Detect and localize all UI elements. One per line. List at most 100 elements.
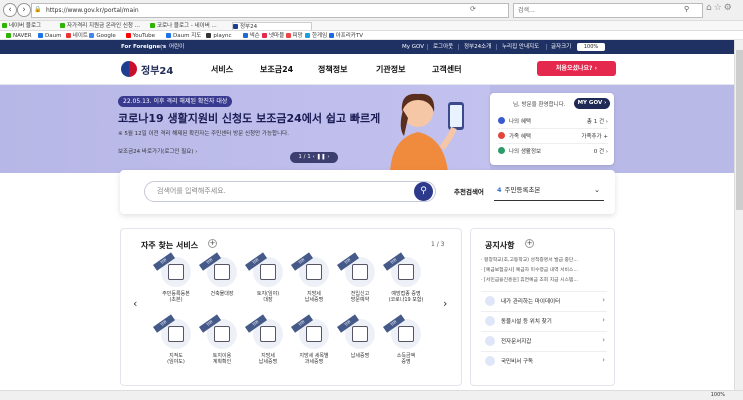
location-icon: [485, 316, 495, 326]
my-benefits-row[interactable]: 나의 혜택 총 1 건 ›: [498, 115, 608, 129]
favorite-link[interactable]: 넥슨: [242, 32, 260, 39]
nav-subsidy24[interactable]: 보조금24: [260, 64, 293, 75]
taegeuk-logo-icon[interactable]: [121, 61, 137, 77]
banner-subtitle: ※ 5월 12일 이전 격리 해제된 확진자는 주민센터 방문 신청만 가능합니…: [118, 131, 289, 137]
nav-policy[interactable]: 정책정보: [318, 64, 347, 75]
favorite-link[interactable]: Daum 지도: [166, 32, 201, 39]
service-item[interactable]: 민원 토지(임야) 대장: [245, 252, 291, 317]
browser-tab[interactable]: 정부24: [232, 22, 312, 30]
recommended-keyword-select[interactable]: 4 주민등록초본 ⌄: [494, 180, 604, 201]
mydata-link[interactable]: 내가 관리하는 마이데이터 ›: [481, 291, 607, 309]
prev-arrow-icon[interactable]: ‹: [133, 297, 137, 310]
service-item[interactable]: 민원 주민등록등본 (초본): [153, 252, 199, 317]
banner-link[interactable]: 보조금24 바로가기(로그인 필요) ›: [118, 147, 197, 155]
notice-item[interactable]: · [서민금융진흥원] 휴면예금 조회 지급 시스템...: [481, 276, 607, 283]
banner-date-badge: 22.05.13. 이후 격리 해제된 확진자 대상: [118, 96, 233, 107]
search-button[interactable]: ⚲: [414, 182, 433, 201]
main-search-input[interactable]: 검색어를 입력해주세요.: [144, 181, 436, 202]
service-item[interactable]: 민원 전입신고 방문예약: [337, 252, 383, 317]
services-pager: 1 / 3: [431, 241, 445, 248]
back-icon[interactable]: ‹: [3, 3, 17, 17]
favorite-link[interactable]: 네이트: [65, 32, 88, 39]
refresh-icon[interactable]: ⟳: [470, 5, 476, 13]
location-link[interactable]: 동물시설 등 위치 찾기 ›: [481, 311, 607, 329]
mydata-icon: [485, 296, 495, 306]
font-size-label: 글자크기: [551, 44, 572, 50]
favorite-link[interactable]: Daum: [38, 32, 61, 39]
e-wallet-link[interactable]: 전자문서지갑 ›: [481, 331, 607, 349]
service-item[interactable]: 민원 건축물대장: [199, 252, 245, 317]
nav-services[interactable]: 서비스: [211, 64, 233, 75]
favorite-link[interactable]: NAVER: [6, 32, 32, 39]
browser-chrome: ‹ › https://www.gov.kr/portal/main 🔒 ⟳ 검…: [0, 0, 743, 40]
browser-tab[interactable]: 자가격리 지원금 온라인 신청 ...: [60, 22, 144, 30]
favorite-link[interactable]: 넷마블: [262, 32, 284, 39]
wallet-icon: [485, 336, 495, 346]
secretary-icon: [485, 356, 495, 366]
national-secretary-link[interactable]: 국민비서 구독 ›: [481, 351, 607, 369]
scrollbar[interactable]: [734, 40, 743, 390]
mygov-link[interactable]: My GOV: [402, 40, 424, 54]
utility-bar: For Foreigners 어린이 My GOV 로그아웃 정부24소개 누리…: [0, 40, 743, 54]
welcome-text: 님, 방문을 환영합니다.: [513, 102, 566, 108]
favorite-link[interactable]: 피망: [285, 32, 303, 39]
first-visit-button[interactable]: 처음오셨나요? ›: [537, 61, 616, 76]
font-size-control[interactable]: 100%: [577, 43, 605, 51]
address-bar-row: ‹ › https://www.gov.kr/portal/main 🔒 ⟳ 검…: [0, 0, 743, 21]
main-search-area: 검색어를 입력해주세요. ⚲ 추천검색어 4 주민등록초본 ⌄: [120, 170, 615, 214]
favorite-link[interactable]: Google: [89, 32, 116, 39]
favorite-link[interactable]: plaync: [206, 32, 232, 39]
logout-link[interactable]: 로그아웃: [433, 40, 453, 54]
nav-support[interactable]: 고객센터: [432, 64, 461, 75]
service-item[interactable]: 민원 예방접종 증명 (코로나19 포함): [383, 252, 429, 317]
service-item[interactable]: 민원 소득금액 증명: [383, 314, 429, 379]
zoom-level[interactable]: 100%: [711, 391, 725, 400]
benefit-icon: [498, 117, 505, 124]
recommended-label: 추천검색어: [454, 188, 484, 196]
mygov-button[interactable]: MY GOV ›: [574, 98, 610, 109]
notice-item[interactable]: · 평창학교(초,고등학교) 성적증명서 발급 중단...: [481, 256, 607, 263]
service-item[interactable]: 민원 토지이용 계획확인: [199, 314, 245, 379]
tab-row: 네이버 블로그 자가격리 지원금 온라인 신청 ... 코로나 블로그 - 네이버 …: [0, 21, 743, 31]
favorite-link[interactable]: YouTube: [125, 32, 155, 39]
status-bar: 100%: [0, 390, 743, 400]
service-item[interactable]: 민원 지방세 세목별 과세증명: [291, 314, 337, 379]
service-item[interactable]: 민원 지방세 납세증명: [291, 252, 337, 317]
chevron-down-icon: ⌄: [594, 186, 600, 194]
service-label: 소득금액 증명: [396, 353, 416, 365]
foreigners-link[interactable]: For Foreigners: [121, 40, 166, 54]
forward-icon[interactable]: ›: [17, 3, 31, 17]
notice-item[interactable]: · [예금보험공사] 예금자 미수령금 내역 서비스...: [481, 266, 607, 273]
browser-tab[interactable]: 코로나 블로그 - 네이버 ...: [150, 22, 234, 30]
service-item[interactable]: 민원 지적도 (임야도): [153, 314, 199, 379]
life-info-row[interactable]: 나의 생활정보 0 건 ›: [498, 145, 608, 159]
settings-icon[interactable]: ⌂☆⚙: [706, 3, 734, 13]
browser-search[interactable]: 검색...: [513, 3, 703, 18]
lock-icon: 🔒: [34, 6, 42, 13]
notice-panel: 공지사항 + · 평창학교(초,고등학교) 성적증명서 발급 중단... · […: [470, 228, 615, 386]
favorites-bar: NAVER Daum 네이트 Google YouTube Daum 지도 plaync 넥슨…: [0, 31, 743, 40]
favorite-link[interactable]: 한게임: [305, 32, 327, 39]
family-benefits-row[interactable]: 가족 혜택 가족추가 +: [498, 130, 608, 144]
search-icon[interactable]: ⚲: [684, 5, 689, 13]
site-header: 정부24 서비스 보조금24 정책정보 기관정보 고객센터 처음오셨나요? ›: [0, 54, 743, 85]
services-title: 자주 찾는 서비스: [141, 241, 199, 250]
notice-more-button[interactable]: +: [525, 239, 534, 248]
banner-illustration: [390, 93, 464, 172]
services-more-button[interactable]: +: [208, 239, 217, 248]
about-link[interactable]: 정부24소개: [464, 40, 491, 54]
service-item[interactable]: 민원 지방세 납세증명: [245, 314, 291, 379]
service-item[interactable]: 민원 납세증명: [337, 314, 383, 379]
banner-pager[interactable]: 1 / 1 ‹ ❚❚ ›: [290, 152, 338, 163]
next-arrow-icon[interactable]: ›: [443, 297, 447, 310]
kids-link[interactable]: 어린이: [169, 40, 184, 54]
nav-agency[interactable]: 기관정보: [376, 64, 405, 75]
favorite-link[interactable]: 아프리카TV: [328, 32, 363, 39]
site-logo[interactable]: 정부24: [141, 62, 173, 77]
address-bar[interactable]: https://www.gov.kr/portal/main: [31, 3, 509, 18]
sitemap-link[interactable]: 누리집 안내지도: [502, 40, 539, 54]
service-label: 예방접종 증명 (코로나19 포함): [388, 291, 424, 303]
my-info-panel: 님, 방문을 환영합니다. MY GOV › 나의 혜택 총 1 건 › 가족 …: [490, 93, 614, 165]
life-info-icon: [498, 147, 505, 154]
banner-title[interactable]: 코로나19 생활지원비 신청도 보조금24에서 쉽고 빠르게: [118, 110, 380, 126]
